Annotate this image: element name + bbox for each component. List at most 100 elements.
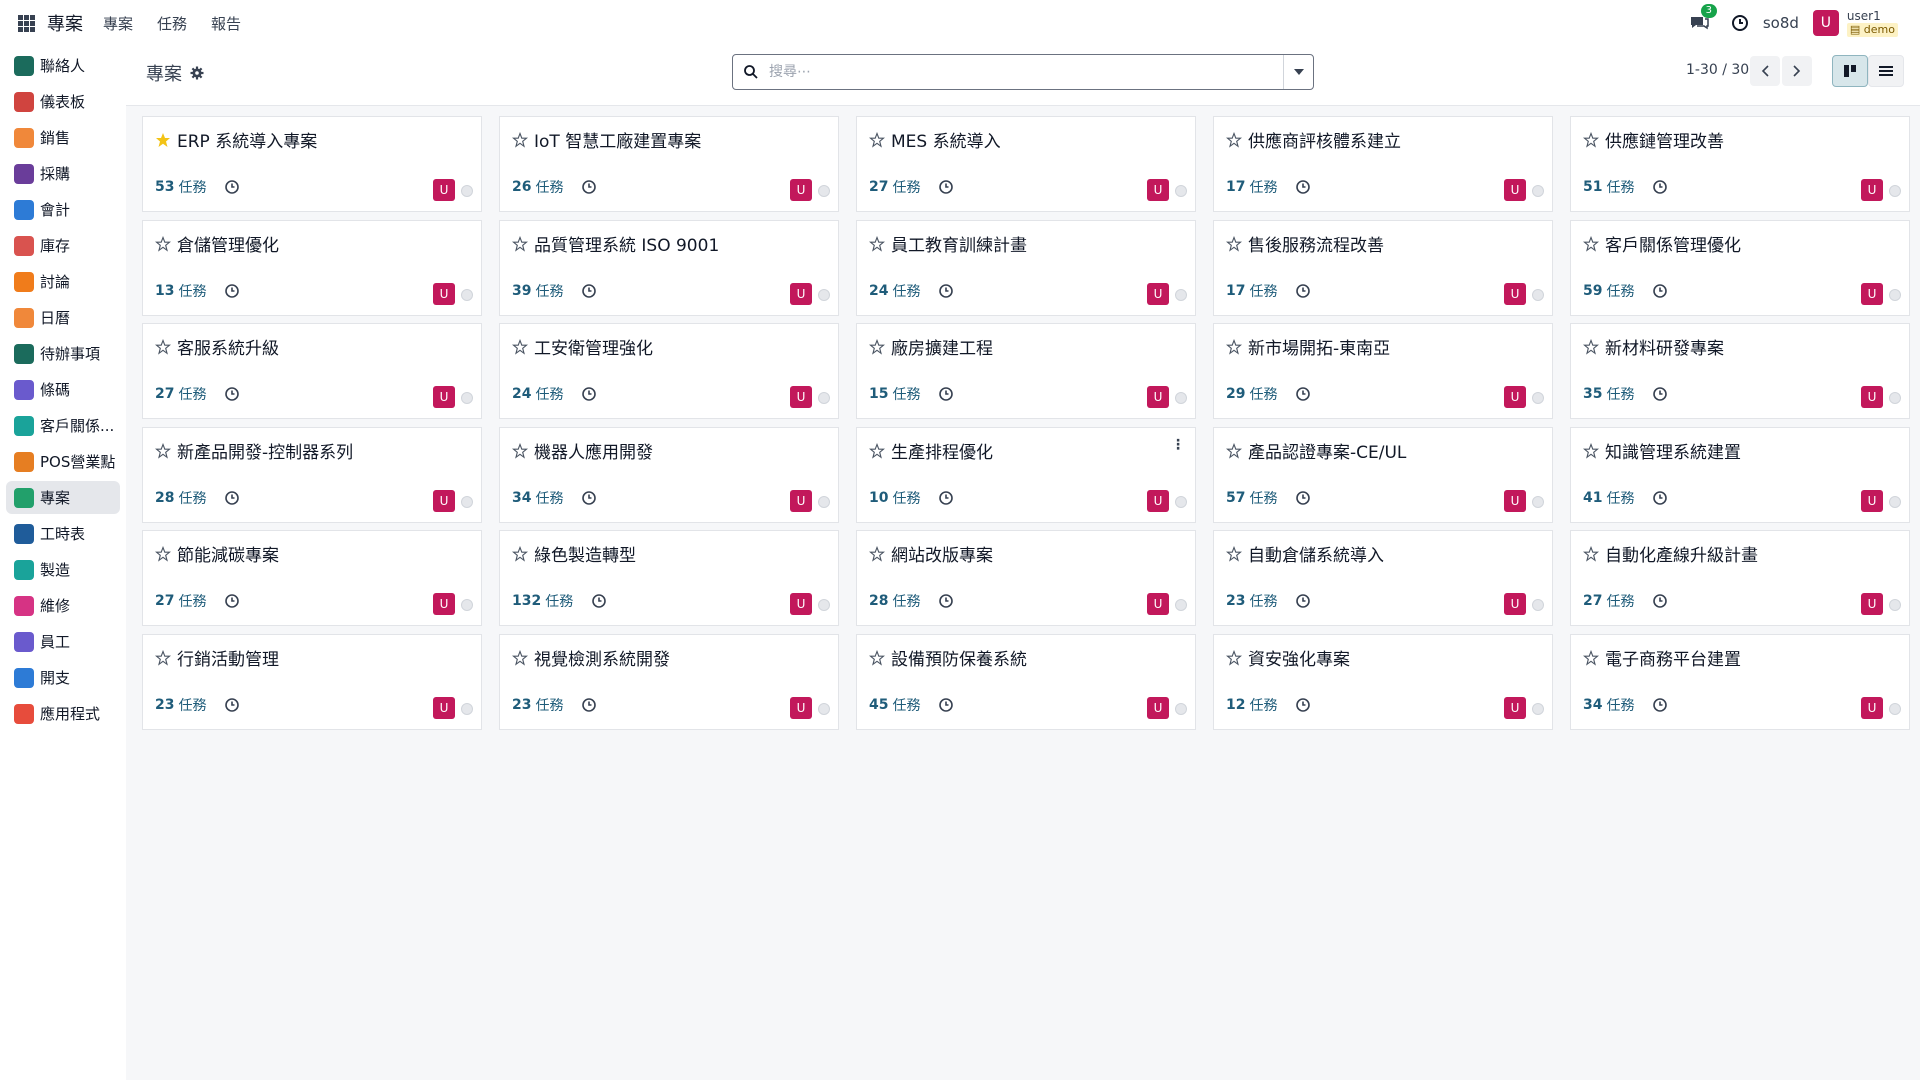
project-status-dot[interactable] [1175, 496, 1187, 508]
star-outline-icon[interactable] [1226, 131, 1242, 148]
project-manager-avatar[interactable]: U [1147, 386, 1169, 408]
activity-clock-icon[interactable] [1652, 386, 1668, 402]
activity-clock-icon[interactable] [1652, 593, 1668, 609]
project-manager-avatar[interactable]: U [1861, 179, 1883, 201]
project-task-count[interactable]: 28 任務 [869, 591, 954, 611]
activity-clock-icon[interactable] [938, 179, 954, 195]
project-card[interactable]: 廠房擴建工程 15 任務 U [856, 323, 1196, 419]
star-outline-icon[interactable] [1583, 131, 1599, 148]
project-task-count[interactable]: 10 任務 [869, 488, 954, 508]
activity-clock-icon[interactable] [938, 697, 954, 713]
project-manager-avatar[interactable]: U [1147, 697, 1169, 719]
project-task-count[interactable]: 41 任務 [1583, 488, 1668, 508]
activity-clock-icon[interactable] [1295, 386, 1311, 402]
project-status-dot[interactable] [1175, 599, 1187, 611]
top-menu-projects[interactable]: 專案 [103, 13, 133, 34]
project-status-dot[interactable] [1175, 392, 1187, 404]
gear-icon[interactable] [190, 66, 204, 80]
project-task-count[interactable]: 24 任務 [512, 384, 597, 404]
star-outline-icon[interactable] [512, 649, 528, 666]
project-card[interactable]: 電子商務平台建置 34 任務 U [1570, 634, 1910, 730]
activity-clock-icon[interactable] [1295, 593, 1311, 609]
activity-clock-icon[interactable] [224, 593, 240, 609]
project-task-count[interactable]: 12 任務 [1226, 695, 1311, 715]
project-task-count[interactable]: 51 任務 [1583, 177, 1668, 197]
project-status-dot[interactable] [1532, 703, 1544, 715]
star-outline-icon[interactable] [512, 235, 528, 252]
project-task-count[interactable]: 17 任務 [1226, 281, 1311, 301]
project-manager-avatar[interactable]: U [1504, 697, 1526, 719]
activity-clock-icon[interactable] [1295, 697, 1311, 713]
project-status-dot[interactable] [1889, 703, 1901, 715]
project-status-dot[interactable] [818, 185, 830, 197]
star-outline-icon[interactable] [1583, 235, 1599, 252]
project-card[interactable]: 工安衛管理強化 24 任務 U [499, 323, 839, 419]
sidebar-item[interactable]: 會計 [6, 193, 120, 226]
project-manager-avatar[interactable]: U [1861, 593, 1883, 615]
project-card[interactable]: IoT 智慧工廠建置專案 26 任務 U [499, 116, 839, 212]
sidebar-item[interactable]: 聯絡人 [6, 49, 120, 82]
project-card[interactable]: 新市場開拓-東南亞 29 任務 U [1213, 323, 1553, 419]
sidebar-item[interactable]: 應用程式 [6, 697, 120, 730]
project-manager-avatar[interactable]: U [790, 179, 812, 201]
project-task-count[interactable]: 29 任務 [1226, 384, 1311, 404]
project-card[interactable]: 供應商評核體系建立 17 任務 U [1213, 116, 1553, 212]
project-card[interactable]: 生產排程優化 ⋮ 10 任務 U [856, 427, 1196, 523]
project-card[interactable]: 自動化產線升級計畫 27 任務 U [1570, 530, 1910, 626]
project-card[interactable]: 供應鏈管理改善 51 任務 U [1570, 116, 1910, 212]
project-card[interactable]: ERP 系統導入專案 53 任務 U [142, 116, 482, 212]
star-outline-icon[interactable] [512, 131, 528, 148]
project-task-count[interactable]: 45 任務 [869, 695, 954, 715]
project-manager-avatar[interactable]: U [1504, 593, 1526, 615]
project-card[interactable]: 自動倉儲系統導入 23 任務 U [1213, 530, 1553, 626]
star-outline-icon[interactable] [155, 338, 171, 355]
project-manager-avatar[interactable]: U [1504, 490, 1526, 512]
project-status-dot[interactable] [818, 599, 830, 611]
sidebar-item[interactable]: 製造 [6, 553, 120, 586]
project-card[interactable]: 售後服務流程改善 17 任務 U [1213, 220, 1553, 316]
star-outline-icon[interactable] [869, 442, 885, 459]
project-task-count[interactable]: 39 任務 [512, 281, 597, 301]
activity-clock-icon[interactable] [591, 593, 607, 609]
project-manager-avatar[interactable]: U [1147, 490, 1169, 512]
project-task-count[interactable]: 26 任務 [512, 177, 597, 197]
sidebar-item[interactable]: 日曆 [6, 301, 120, 334]
list-view-button[interactable] [1868, 55, 1904, 87]
app-menu-grid-icon[interactable] [18, 14, 35, 32]
project-status-dot[interactable] [1889, 289, 1901, 301]
sidebar-item[interactable]: 採購 [6, 157, 120, 190]
search-options-toggle[interactable] [1283, 55, 1313, 89]
activity-clock-icon[interactable] [224, 697, 240, 713]
project-status-dot[interactable] [1889, 599, 1901, 611]
project-task-count[interactable]: 23 任務 [155, 695, 240, 715]
database-name[interactable]: so8d [1763, 14, 1799, 32]
project-task-count[interactable]: 15 任務 [869, 384, 954, 404]
project-card[interactable]: 客戶關係管理優化 59 任務 U [1570, 220, 1910, 316]
pager-next-button[interactable] [1782, 56, 1812, 86]
project-card[interactable]: 倉儲管理優化 13 任務 U [142, 220, 482, 316]
star-outline-icon[interactable] [1583, 338, 1599, 355]
project-manager-avatar[interactable]: U [1861, 490, 1883, 512]
star-outline-icon[interactable] [1226, 649, 1242, 666]
project-task-count[interactable]: 34 任務 [1583, 695, 1668, 715]
activity-clock-icon[interactable] [581, 386, 597, 402]
activity-clock-icon[interactable] [1295, 283, 1311, 299]
star-outline-icon[interactable] [869, 545, 885, 562]
top-menu-tasks[interactable]: 任務 [157, 13, 187, 34]
project-manager-avatar[interactable]: U [1147, 179, 1169, 201]
project-task-count[interactable]: 27 任務 [869, 177, 954, 197]
project-card[interactable]: 客服系統升級 27 任務 U [142, 323, 482, 419]
project-manager-avatar[interactable]: U [1504, 179, 1526, 201]
project-card[interactable]: 員工教育訓練計畫 24 任務 U [856, 220, 1196, 316]
project-status-dot[interactable] [818, 703, 830, 715]
project-manager-avatar[interactable]: U [790, 697, 812, 719]
project-card[interactable]: 節能減碳專案 27 任務 U [142, 530, 482, 626]
star-outline-icon[interactable] [869, 131, 885, 148]
star-outline-icon[interactable] [1583, 545, 1599, 562]
project-manager-avatar[interactable]: U [433, 490, 455, 512]
project-manager-avatar[interactable]: U [1147, 593, 1169, 615]
project-status-dot[interactable] [1532, 392, 1544, 404]
kanban-view-button[interactable] [1832, 55, 1868, 87]
project-card[interactable]: 產品認證專案-CE/UL 57 任務 U [1213, 427, 1553, 523]
project-card[interactable]: 設備預防保養系統 45 任務 U [856, 634, 1196, 730]
